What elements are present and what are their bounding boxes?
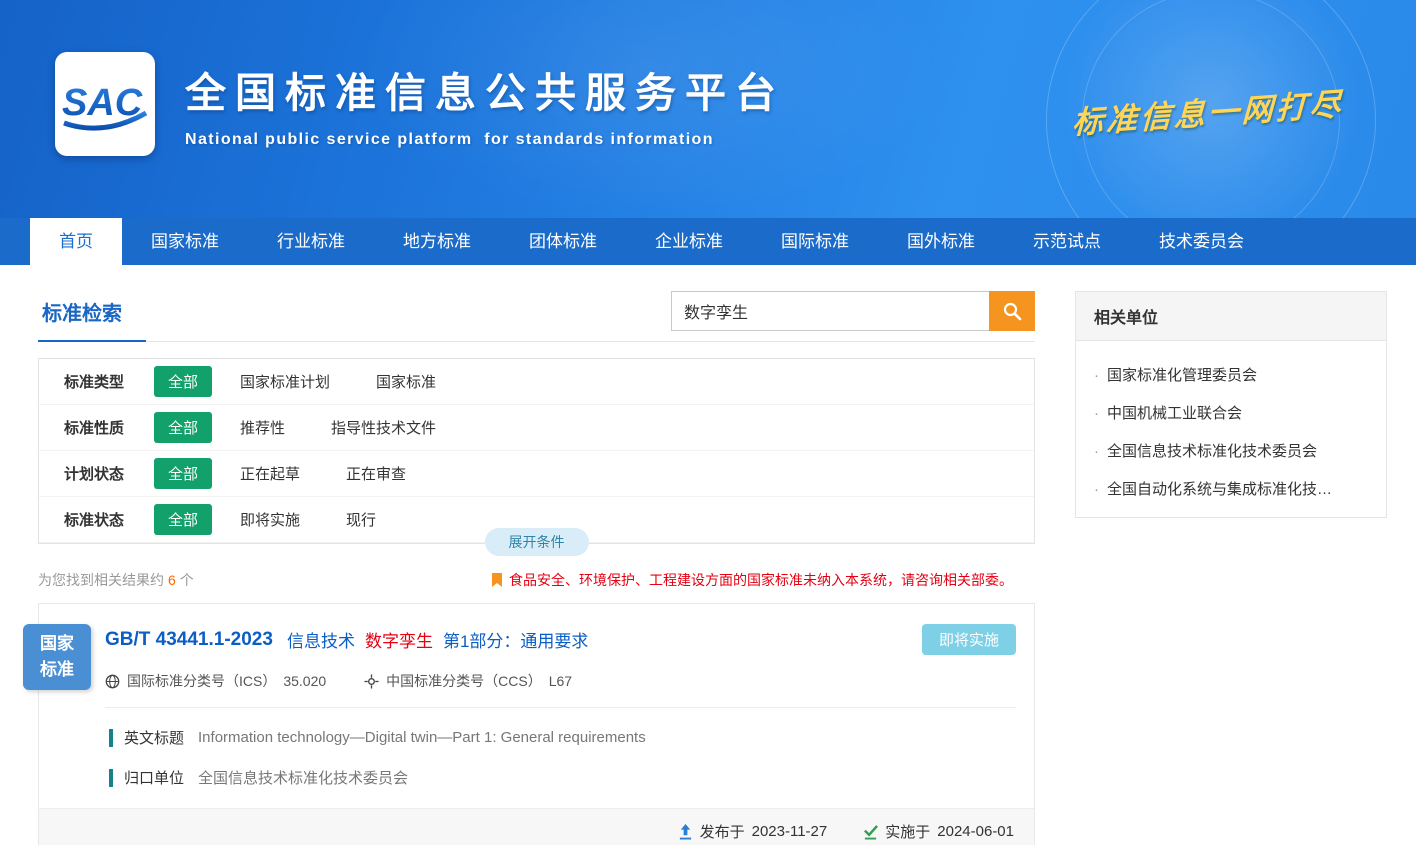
- status-badge: 即将实施: [922, 624, 1016, 655]
- filter-option[interactable]: 指导性技术文件: [331, 417, 436, 438]
- nav-item-home[interactable]: 首页: [30, 218, 122, 265]
- filter-option[interactable]: 正在审查: [346, 463, 406, 484]
- system-notice: 食品安全、环境保护、工程建设方面的国家标准未纳入本系统，请咨询相关部委。: [491, 570, 1013, 590]
- standard-type-badge: 国家 标准: [23, 624, 91, 690]
- nav-item-local-standards[interactable]: 地方标准: [374, 218, 500, 265]
- implemented-date-group: 实施于 2024-06-01: [863, 821, 1014, 842]
- filter-row-standard-nature: 标准性质 全部 推荐性 指导性技术文件: [39, 405, 1034, 451]
- filter-panel: 标准类型 全部 国家标准计划 国家标准 标准性质 全部 推荐性 指导性技术文件 …: [38, 358, 1035, 544]
- related-units-title: 相关单位: [1076, 292, 1386, 341]
- sac-logo-icon: SAC: [62, 73, 148, 135]
- english-title-row: 英文标题 Information technology—Digital twin…: [39, 727, 1034, 748]
- search-button[interactable]: [989, 291, 1035, 331]
- related-units-panel: 相关单位 国家标准化管理委员会 中国机械工业联合会 全国信息技术标准化技术委员会…: [1075, 291, 1387, 518]
- published-date: 2023-11-27: [752, 823, 828, 840]
- filter-option[interactable]: 推荐性: [240, 417, 285, 438]
- nav-item-national-standards[interactable]: 国家标准: [122, 218, 248, 265]
- implement-check-icon: [863, 824, 878, 840]
- card-divider: [105, 707, 1016, 708]
- filter-label: 标准状态: [64, 509, 154, 530]
- card-footer: 发布于 2023-11-27 实施于 2024-06-01: [39, 808, 1034, 845]
- filter-row-standard-type: 标准类型 全部 国家标准计划 国家标准: [39, 359, 1034, 405]
- expand-conditions-button[interactable]: 展开条件: [485, 528, 589, 556]
- sidebar-item-sac[interactable]: 国家标准化管理委员会: [1094, 364, 1368, 385]
- ccs-value: L67: [549, 673, 572, 689]
- field-value: 全国信息技术标准化技术委员会: [198, 767, 408, 788]
- teal-accent-bar: [109, 769, 113, 787]
- site-title: 全国标准信息公共服务平台: [185, 59, 785, 119]
- svg-text:SAC: SAC: [62, 82, 143, 124]
- filter-label: 标准性质: [64, 417, 154, 438]
- ccs-label: 中国标准分类号（CCS）: [386, 671, 542, 691]
- publish-icon: [678, 824, 693, 840]
- compass-icon: [364, 674, 379, 689]
- filter-label: 计划状态: [64, 463, 154, 484]
- search-input[interactable]: [671, 291, 989, 331]
- result-count-suffix: 个: [180, 572, 194, 588]
- badge-line1: 国家: [40, 631, 74, 657]
- site-subtitle: National public service platform for sta…: [185, 131, 785, 149]
- notice-text: 食品安全、环境保护、工程建设方面的国家标准未纳入本系统，请咨询相关部委。: [509, 570, 1013, 590]
- published-date-group: 发布于 2023-11-27: [678, 821, 828, 842]
- result-count-prefix: 为您找到相关结果约: [38, 572, 164, 588]
- main-nav: 首页 国家标准 行业标准 地方标准 团体标准 企业标准 国际标准 国外标准 示范…: [0, 218, 1416, 265]
- standard-title-seg1[interactable]: 信息技术: [287, 627, 355, 652]
- tab-standard-search[interactable]: 标准检索: [38, 291, 146, 342]
- filter-option[interactable]: 正在起草: [240, 463, 300, 484]
- standard-code-link[interactable]: GB/T 43441.1-2023: [105, 629, 273, 651]
- filter-all-button[interactable]: 全部: [154, 504, 212, 535]
- teal-accent-bar: [109, 729, 113, 747]
- results-info-row: 为您找到相关结果约6个 食品安全、环境保护、工程建设方面的国家标准未纳入本系统，…: [38, 570, 1035, 590]
- search-icon: [1002, 301, 1022, 321]
- filter-option[interactable]: 现行: [346, 509, 376, 530]
- field-label: 英文标题: [124, 727, 184, 748]
- filter-option[interactable]: 国家标准计划: [240, 371, 330, 392]
- published-label: 发布于: [700, 821, 745, 842]
- flag-icon: [491, 573, 503, 588]
- site-header: SAC 全国标准信息公共服务平台 National public service…: [0, 0, 1416, 218]
- ccs-group: 中国标准分类号（CCS） L67: [364, 671, 572, 691]
- ics-value: 35.020: [283, 673, 326, 689]
- result-count: 为您找到相关结果约6个: [38, 570, 194, 590]
- implemented-label: 实施于: [885, 821, 930, 842]
- filter-row-plan-status: 计划状态 全部 正在起草 正在审查: [39, 451, 1034, 497]
- sidebar-item-it-standardization-committee[interactable]: 全国信息技术标准化技术委员会: [1094, 440, 1368, 461]
- field-label: 归口单位: [124, 767, 184, 788]
- sidebar-item-automation-committee[interactable]: 全国自动化系统与集成标准化技…: [1094, 478, 1368, 499]
- filter-option[interactable]: 国家标准: [376, 371, 436, 392]
- badge-line2: 标准: [40, 657, 74, 683]
- search-section: 标准检索: [38, 291, 1035, 342]
- field-value: Information technology—Digital twin—Part…: [198, 729, 646, 746]
- filter-option[interactable]: 即将实施: [240, 509, 300, 530]
- ics-group: 国际标准分类号（ICS） 35.020: [105, 671, 326, 691]
- filter-label: 标准类型: [64, 371, 154, 392]
- standard-title-seg2[interactable]: 第1部分：通用要求: [443, 627, 588, 652]
- committee-row: 归口单位 全国信息技术标准化技术委员会: [39, 767, 1034, 788]
- nav-item-foreign-standards[interactable]: 国外标准: [878, 218, 1004, 265]
- filter-all-button[interactable]: 全部: [154, 412, 212, 443]
- nav-item-international-standards[interactable]: 国际标准: [752, 218, 878, 265]
- result-count-number: 6: [168, 572, 176, 588]
- globe-icon: [105, 674, 120, 689]
- nav-item-group-standards[interactable]: 团体标准: [500, 218, 626, 265]
- nav-item-technical-committee[interactable]: 技术委员会: [1130, 218, 1273, 265]
- sidebar-item-machinery-federation[interactable]: 中国机械工业联合会: [1094, 402, 1368, 423]
- nav-item-pilot[interactable]: 示范试点: [1004, 218, 1130, 265]
- filter-all-button[interactable]: 全部: [154, 458, 212, 489]
- standard-result-card: 国家 标准 GB/T 43441.1-2023 信息技术 数字孪生 第1部分：通…: [38, 603, 1035, 845]
- sac-logo[interactable]: SAC: [55, 52, 155, 156]
- nav-item-enterprise-standards[interactable]: 企业标准: [626, 218, 752, 265]
- implemented-date: 2024-06-01: [937, 823, 1014, 840]
- filter-all-button[interactable]: 全部: [154, 366, 212, 397]
- nav-item-industry-standards[interactable]: 行业标准: [248, 218, 374, 265]
- standard-title-highlight[interactable]: 数字孪生: [365, 627, 433, 652]
- ics-label: 国际标准分类号（ICS）: [127, 671, 276, 691]
